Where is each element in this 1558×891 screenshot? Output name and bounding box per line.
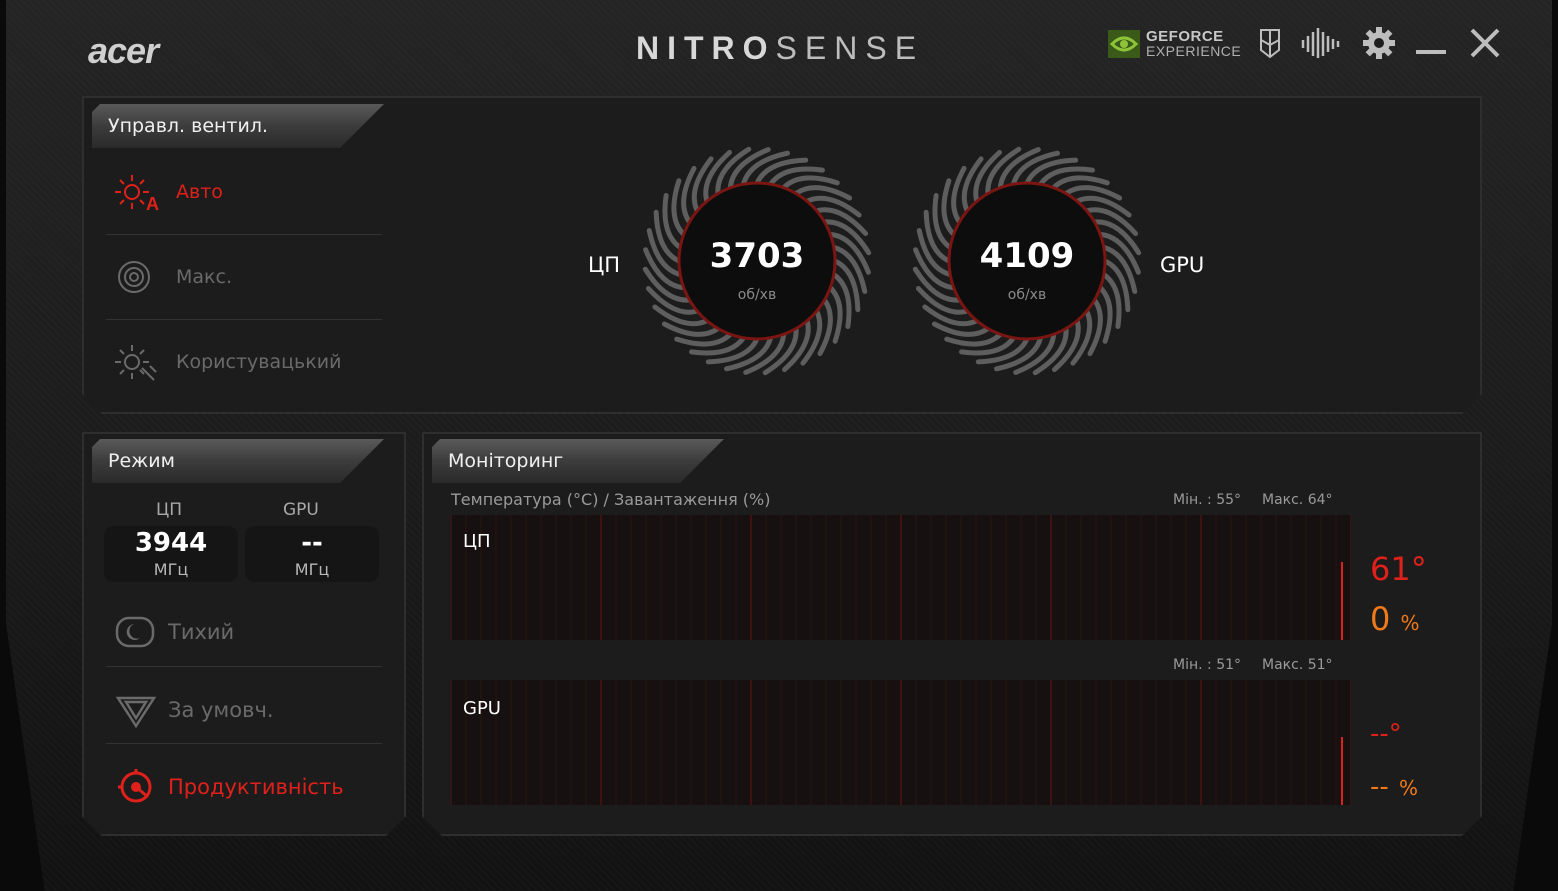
gpu-graph: GPU [451,680,1351,805]
monitoring-tab: Моніторинг [432,439,724,483]
geforce-experience-button[interactable]: GEFORCE EXPERIENCE [1108,28,1242,62]
cpu-frequency: 3944 [134,528,208,558]
svg-text:A: A [146,194,159,212]
cpu-graph-label: ЦП [463,531,491,552]
mode-quiet-label: Тихий [168,620,235,644]
keyboard-lighting-icon[interactable] [1258,26,1282,60]
title-bold: NITRO [636,30,776,66]
cpu-max-temp: Макс. 64° [1262,492,1333,508]
gpu-fan-label: GPU [1160,253,1205,277]
cpu-min-temp: Мін. : 55° [1173,492,1242,508]
gpu-max-temp: Макс. 51° [1262,657,1333,673]
gpu-load-unit: % [1398,776,1418,800]
fan-control-tab: Управл. вентил. [92,104,384,148]
cpu-graph: ЦП [451,515,1351,640]
default-mode-icon [115,696,157,729]
geforce-line2: EXPERIENCE [1146,43,1242,59]
cpu-temp: 61° [1370,550,1427,588]
fan-auto-label: Авто [176,181,223,203]
mode-default-label: За умовч. [168,698,274,722]
cpu-graph-grid [451,515,1351,640]
fan-auto-icon: A [115,175,159,212]
fan-custom-option[interactable]: Користувацький [108,332,341,392]
gpu-frequency-box: -- МГц [245,526,379,582]
mode-default-option[interactable]: За умовч. [110,680,274,740]
mode-quiet-option[interactable]: Тихий [110,602,234,662]
app-title: NITROSENSE [636,30,924,67]
gpu-frequency-unit: МГц [294,560,330,579]
fan-max-option[interactable]: Макс. [108,247,232,307]
settings-gear-icon[interactable] [1362,26,1396,60]
fan-custom-icon [115,345,157,381]
gpu-fan-gauge: 4109 об/хв [912,146,1142,376]
cpu-load: 0 [1370,600,1391,638]
gpu-load: -- [1370,772,1389,802]
geforce-experience-icon [1108,30,1140,58]
cpu-fan-unit: об/хв [737,287,777,303]
gpu-graph-label: GPU [463,698,501,719]
cpu-frequency-unit: МГц [153,560,189,579]
cpu-fan-gauge: 3703 об/хв [642,146,872,376]
cpu-temp-readout: 61° [1370,550,1427,588]
gpu-temp-readout: --° [1370,712,1402,750]
nitrosense-window: acer NITROSENSE GEFORCE EXPERIENCE Управ… [0,0,1558,891]
fan-max-icon [118,261,150,293]
gpu-load-readout: -- % [1370,765,1418,803]
performance-mode-icon [118,769,152,803]
fan-custom-label: Користувацький [176,351,342,373]
close-icon[interactable] [1468,26,1502,60]
gpu-frequency: -- [301,528,323,558]
cpu-load-unit: % [1400,611,1420,635]
mode-tab: Режим [92,439,384,483]
mode-separator-1 [106,666,382,667]
gpu-fan-unit: об/хв [1007,287,1047,303]
cpu-frequency-box: 3944 МГц [104,526,238,582]
title-light: SENSE [775,30,925,66]
minimize-icon[interactable] [1414,26,1448,60]
mode-separator-2 [106,743,382,744]
gpu-graph-grid [451,680,1351,805]
gpu-min-temp: Мін. : 51° [1173,657,1242,673]
mode-performance-option[interactable]: Продуктивність [110,757,344,817]
mode-gpu-label: GPU [283,500,319,520]
cpu-fan-label: ЦП [588,253,621,277]
mode-cpu-label: ЦП [156,500,182,520]
cpu-load-readout: 0 % [1370,600,1420,638]
quiet-mode-icon [115,616,155,648]
cpu-fan-rpm: 3703 [709,236,805,276]
monitoring-header: Температура (°C) / Завантаження (%) [451,490,771,509]
audio-icon[interactable] [1300,26,1342,60]
fan-max-label: Макс. [176,266,232,288]
acer-logo: acer [88,30,159,71]
gpu-temp: --° [1370,719,1402,749]
fan-auto-option[interactable]: A Авто [108,162,223,222]
mode-performance-label: Продуктивність [168,775,344,799]
fan-separator-2 [106,319,382,320]
gpu-fan-rpm: 4109 [979,236,1075,276]
fan-separator-1 [106,234,382,235]
